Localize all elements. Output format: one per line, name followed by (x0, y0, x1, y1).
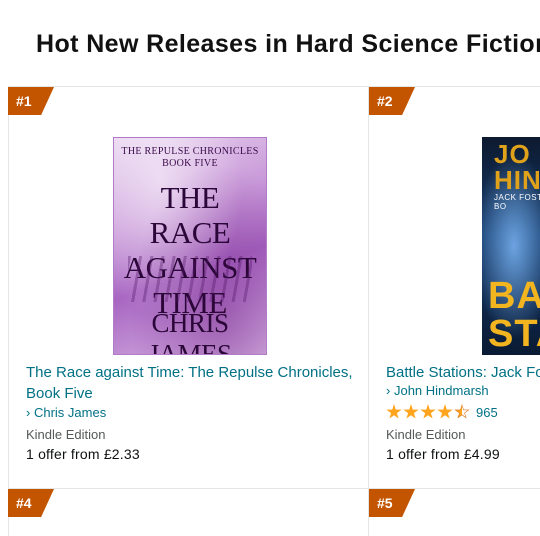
cover-ships-illustration (128, 256, 252, 302)
rank-badge: #2 (369, 87, 415, 115)
product-title-link[interactable]: The Race against Time: The Repulse Chron… (26, 362, 361, 404)
cover-series-text: THE REPULSE CHRONICLES BOOK FIVE (121, 146, 259, 169)
star-icon (403, 404, 419, 419)
author-name: Chris James (33, 405, 107, 420)
rank-badge: #4 (8, 489, 54, 517)
star-rating[interactable] (386, 403, 470, 421)
star-icon (386, 404, 402, 419)
page-title: Hot New Releases in Hard Science Fiction (36, 30, 540, 58)
book-cover-image[interactable]: JO HINDM JACK FOSTER BO BA STAT (482, 137, 540, 355)
book-cover-image[interactable]: THE REPULSE CHRONICLES BOOK FIVE THE RAC… (113, 137, 267, 355)
grid-divider-row (8, 488, 540, 489)
offer-link[interactable]: 1 offer from £4.99 (386, 446, 500, 462)
author-name: John Hindmarsh (393, 383, 489, 398)
chevron-right-icon: › (386, 383, 391, 398)
cover-series-text: JACK FOSTER BO (494, 193, 540, 211)
chevron-right-icon: › (26, 405, 31, 420)
star-icon (437, 404, 453, 419)
format-label: Kindle Edition (386, 427, 466, 442)
offer-link[interactable]: 1 offer from £2.33 (26, 446, 140, 462)
grid-divider-top (8, 86, 540, 87)
star-icon (420, 404, 436, 419)
cover-author-text: CHRIS JAMES (148, 308, 232, 355)
author-link[interactable]: › John Hindmarsh (386, 383, 489, 398)
rank-badge: #5 (369, 489, 415, 517)
grid-divider-left (8, 86, 9, 536)
product-title-link[interactable]: Battle Stations: Jack Fo (386, 362, 540, 383)
cover-author-text: JO HINDM (494, 139, 540, 195)
author-link[interactable]: › Chris James (26, 405, 106, 420)
grid-divider-middle (368, 86, 369, 536)
review-count-link[interactable]: 965 (476, 405, 498, 420)
star-half-icon (454, 404, 470, 420)
rank-badge: #1 (8, 87, 54, 115)
cover-title-text: BA STAT (488, 275, 540, 355)
format-label: Kindle Edition (26, 427, 106, 442)
